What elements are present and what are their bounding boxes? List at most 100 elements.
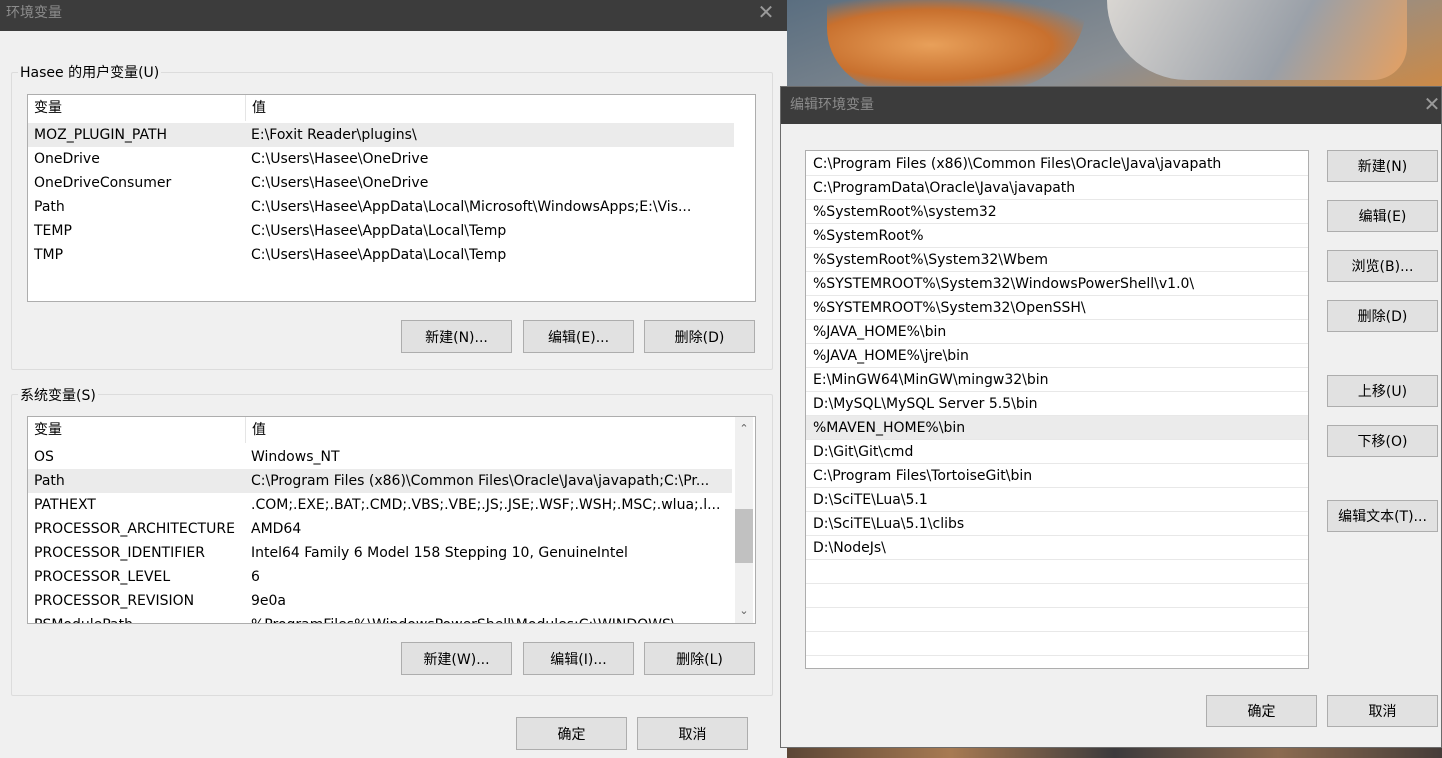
path-entry[interactable]: C:\ProgramData\Oracle\Java\javapath	[806, 176, 1308, 200]
system-delete-button[interactable]: 删除(L)	[644, 642, 755, 675]
variable-value: C:\Users\Hasee\OneDrive	[251, 175, 429, 191]
path-entry[interactable]	[806, 608, 1308, 632]
variable-name: MOZ_PLUGIN_PATH	[34, 127, 168, 143]
path-entry[interactable]: D:\Git\Git\cmd	[806, 440, 1308, 464]
edit-environment-variable-dialog: 编辑环境变量 ✕ C:\Program Files (x86)\Common F…	[780, 86, 1442, 748]
path-entry[interactable]: E:\MinGW64\MinGW\mingw32\bin	[806, 368, 1308, 392]
list-header: 变量 值	[28, 417, 755, 443]
path-entry[interactable]: %SystemRoot%	[806, 224, 1308, 248]
user-edit-button[interactable]: 编辑(E)...	[523, 320, 634, 353]
table-row[interactable]: MOZ_PLUGIN_PATH E:\Foxit Reader\plugins\	[28, 123, 734, 147]
user-variables-label: Hasee 的用户变量(U)	[18, 62, 162, 82]
path-entry[interactable]: D:\NodeJs\	[806, 536, 1308, 560]
scroll-down-icon[interactable]: ⌄	[735, 601, 753, 621]
variable-name: PROCESSOR_IDENTIFIER	[34, 545, 205, 561]
variable-name: PROCESSOR_ARCHITECTURE	[34, 521, 235, 537]
ok-button[interactable]: 确定	[516, 717, 627, 750]
table-row[interactable]: OneDriveConsumer C:\Users\Hasee\OneDrive	[28, 171, 734, 195]
scrollbar-thumb[interactable]	[735, 509, 753, 563]
user-new-button[interactable]: 新建(N)...	[401, 320, 512, 353]
system-variables-label: 系统变量(S)	[18, 385, 98, 405]
delete-entry-button[interactable]: 删除(D)	[1327, 300, 1438, 332]
path-entry[interactable]: %SYSTEMROOT%\System32\WindowsPowerShell\…	[806, 272, 1308, 296]
path-entry[interactable]: D:\SciTE\Lua\5.1	[806, 488, 1308, 512]
dialog-title: 编辑环境变量	[790, 97, 874, 113]
dialog-titlebar: 环境变量	[0, 0, 787, 31]
variable-value: C:\Users\Hasee\OneDrive	[251, 151, 429, 167]
variable-name: OneDriveConsumer	[34, 175, 172, 191]
path-entry[interactable]: %JAVA_HOME%\jre\bin	[806, 344, 1308, 368]
table-row[interactable]: PATHEXT .COM;.EXE;.BAT;.CMD;.VBS;.VBE;.JS…	[28, 493, 732, 517]
scroll-up-icon[interactable]: ⌃	[735, 419, 753, 439]
list-header: 变量 值	[28, 95, 755, 121]
column-header-value[interactable]: 值	[245, 95, 755, 121]
variable-value: %ProgramFiles%\WindowsPowerShell\Modules…	[251, 613, 689, 623]
edit-text-button[interactable]: 编辑文本(T)...	[1327, 500, 1438, 532]
path-entry[interactable]: C:\Program Files (x86)\Common Files\Orac…	[806, 152, 1308, 176]
new-entry-button[interactable]: 新建(N)	[1327, 150, 1438, 182]
move-down-button[interactable]: 下移(O)	[1327, 425, 1438, 457]
path-entry[interactable]: %JAVA_HOME%\bin	[806, 320, 1308, 344]
user-variables-list[interactable]: 变量 值 MOZ_PLUGIN_PATH E:\Foxit Reader\plug…	[27, 94, 756, 302]
variable-name: OneDrive	[34, 151, 100, 167]
path-entry[interactable]: D:\SciTE\Lua\5.1\clibs	[806, 512, 1308, 536]
environment-variables-dialog: 环境变量 ✕ Hasee 的用户变量(U) 变量 值 MOZ_PLUGIN_PA…	[0, 0, 787, 758]
path-entry[interactable]	[806, 560, 1308, 584]
system-variables-list[interactable]: 变量 值 OS Windows_NT Path C:\Program Files (x…	[27, 416, 756, 624]
cancel-button[interactable]: 取消	[1327, 695, 1438, 727]
wallpaper-shape	[827, 0, 1087, 90]
variable-value: C:\Users\Hasee\AppData\Local\Microsoft\W…	[251, 199, 692, 215]
table-row[interactable]: TEMP C:\Users\Hasee\AppData\Local\Temp	[28, 219, 734, 243]
system-new-button[interactable]: 新建(W)...	[401, 642, 512, 675]
variable-name: TMP	[34, 247, 64, 263]
table-row[interactable]: OneDrive C:\Users\Hasee\OneDrive	[28, 147, 734, 171]
table-row[interactable]: OS Windows_NT	[28, 445, 732, 469]
path-entry[interactable]: %SystemRoot%\system32	[806, 200, 1308, 224]
browse-button[interactable]: 浏览(B)...	[1327, 250, 1438, 282]
edit-entry-button[interactable]: 编辑(E)	[1327, 200, 1438, 232]
path-entries-list[interactable]: C:\Program Files (x86)\Common Files\Orac…	[805, 150, 1309, 669]
vertical-scrollbar[interactable]: ⌃ ⌄	[735, 417, 753, 623]
variable-value: C:\Users\Hasee\AppData\Local\Temp	[251, 223, 507, 239]
column-header-value[interactable]: 值	[245, 417, 735, 443]
table-row[interactable]: TMP C:\Users\Hasee\AppData\Local\Temp	[28, 243, 734, 267]
variable-name: TEMP	[34, 223, 72, 239]
close-icon[interactable]: ✕	[746, 0, 786, 26]
table-row[interactable]: PSModulePath %ProgramFiles%\WindowsPowerS…	[28, 613, 732, 623]
system-edit-button[interactable]: 编辑(I)...	[523, 642, 634, 675]
dialog-title: 环境变量	[6, 5, 62, 21]
variable-name: PROCESSOR_REVISION	[34, 593, 195, 609]
table-row[interactable]: PROCESSOR_IDENTIFIER Intel64 Family 6 Mod…	[28, 541, 732, 565]
variable-value: .COM;.EXE;.BAT;.CMD;.VBS;.VBE;.JS;.JSE;.…	[251, 497, 721, 513]
variable-name: Path	[34, 199, 65, 215]
variable-value: Intel64 Family 6 Model 158 Stepping 10, …	[251, 545, 628, 561]
variable-value: E:\Foxit Reader\plugins\	[251, 127, 417, 143]
path-entry[interactable]	[806, 632, 1308, 656]
user-delete-button[interactable]: 删除(D)	[644, 320, 755, 353]
wallpaper-shape	[1107, 0, 1407, 80]
column-header-variable[interactable]: 变量	[28, 417, 245, 443]
variable-value: 9e0a	[251, 593, 287, 609]
table-row[interactable]: PROCESSOR_LEVEL 6	[28, 565, 732, 589]
table-row[interactable]: Path C:\Program Files (x86)\Common Files\…	[28, 469, 732, 493]
table-row[interactable]: PROCESSOR_ARCHITECTURE AMD64	[28, 517, 732, 541]
path-entry[interactable]: %MAVEN_HOME%\bin	[806, 416, 1308, 440]
path-entry[interactable]: %SYSTEMROOT%\System32\OpenSSH\	[806, 296, 1308, 320]
table-row[interactable]: PROCESSOR_REVISION 9e0a	[28, 589, 732, 613]
move-up-button[interactable]: 上移(U)	[1327, 375, 1438, 407]
variable-value: Windows_NT	[251, 449, 340, 465]
variable-name: PROCESSOR_LEVEL	[34, 569, 171, 585]
variable-value: 6	[251, 569, 260, 585]
cancel-button[interactable]: 取消	[637, 717, 748, 750]
variable-name: OS	[34, 449, 54, 465]
table-row[interactable]: Path C:\Users\Hasee\AppData\Local\Microso…	[28, 195, 734, 219]
variable-name: PATHEXT	[34, 497, 96, 513]
variable-name: Path	[34, 473, 65, 489]
path-entry[interactable]: D:\MySQL\MySQL Server 5.5\bin	[806, 392, 1308, 416]
close-icon[interactable]: ✕	[1421, 92, 1442, 118]
column-header-variable[interactable]: 变量	[28, 95, 245, 121]
ok-button[interactable]: 确定	[1206, 695, 1317, 727]
path-entry[interactable]	[806, 584, 1308, 608]
path-entry[interactable]: C:\Program Files\TortoiseGit\bin	[806, 464, 1308, 488]
path-entry[interactable]: %SystemRoot%\System32\Wbem	[806, 248, 1308, 272]
